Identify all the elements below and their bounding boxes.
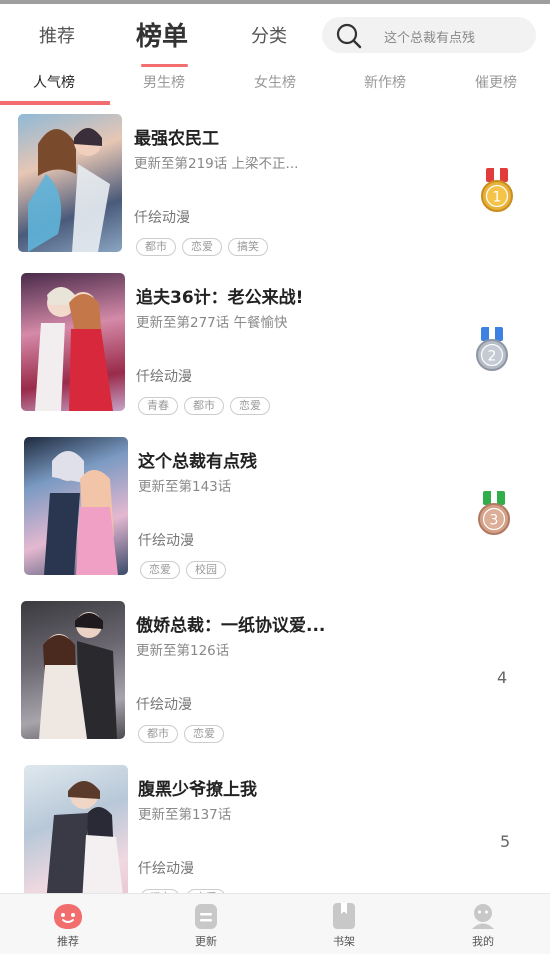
list-item[interactable]: 追夫36计：老公来战! 更新至第277话 午餐愉快 仟绘动漫 青春 都市 恋爱 …	[0, 273, 550, 437]
update-icon[interactable]	[191, 902, 221, 930]
tab-ranking[interactable]: 榜单	[136, 16, 188, 53]
rank-number: 5	[500, 832, 511, 851]
bottom-nav-recommend[interactable]: 推荐	[38, 902, 98, 949]
rank-tab-male[interactable]: 男生榜	[143, 72, 185, 92]
profile-icon[interactable]	[468, 902, 498, 930]
bronze-medal-icon: 3	[478, 491, 510, 535]
search-placeholder[interactable]: 这个总裁有点残	[384, 27, 475, 46]
tag: 恋爱	[140, 561, 180, 579]
comic-update: 更新至第126话	[136, 643, 230, 659]
search-bar[interactable]: 这个总裁有点残	[322, 17, 536, 53]
comic-tags: 都市 恋爱	[138, 725, 224, 743]
bottom-nav: 推荐 更新 书架 我的	[0, 893, 550, 954]
tag: 校园	[186, 561, 226, 579]
comic-tags: 恋爱 校园	[140, 561, 226, 579]
comic-author: 仟绘动漫	[134, 210, 190, 226]
comic-cover[interactable]	[24, 437, 128, 575]
comic-tags: 都市 恋爱 搞笑	[136, 238, 268, 256]
list-item[interactable]: 最强农民工 更新至第219话 上梁不正... 仟绘动漫 都市 恋爱 搞笑 1	[0, 114, 550, 278]
list-item[interactable]: 傲娇总裁：一纸协议爱... 更新至第126话 仟绘动漫 都市 恋爱 4	[0, 601, 550, 765]
comic-update: 更新至第219话 上梁不正...	[134, 156, 299, 172]
rank-tabs: 人气榜 男生榜 女生榜 新作榜 催更榜	[0, 64, 550, 106]
bottom-nav-profile[interactable]: 我的	[453, 902, 513, 949]
tag: 都市	[138, 725, 178, 743]
comic-title[interactable]: 傲娇总裁：一纸协议爱...	[136, 611, 325, 636]
tag: 恋爱	[230, 397, 270, 415]
list-item[interactable]: 腹黑少爷撩上我 更新至第137话 仟绘动漫 都市 恋爱 5	[0, 765, 550, 893]
comic-author: 仟绘动漫	[136, 697, 192, 713]
tag: 搞笑	[228, 238, 268, 256]
list-item[interactable]: 这个总裁有点残 更新至第143话 仟绘动漫 恋爱 校园 3	[0, 437, 550, 601]
tag: 恋爱	[182, 238, 222, 256]
bottom-nav-label: 书架	[333, 935, 355, 948]
rank-tab-female[interactable]: 女生榜	[254, 72, 296, 92]
comic-title[interactable]: 追夫36计：老公来战!	[136, 283, 303, 308]
comic-author: 仟绘动漫	[138, 533, 194, 549]
silver-medal-icon: 2	[476, 327, 508, 371]
bottom-nav-bookshelf[interactable]: 书架	[314, 902, 374, 949]
comic-cover[interactable]	[24, 765, 128, 893]
rank-number: 4	[497, 668, 508, 687]
header: 推荐 榜单 分类 这个总裁有点残	[0, 4, 550, 67]
rank-tab-active-indicator	[0, 101, 110, 105]
medal-rank: 2	[488, 349, 497, 365]
smile-face-icon[interactable]	[53, 902, 83, 930]
medal-rank: 3	[490, 513, 499, 529]
tag: 恋爱	[184, 725, 224, 743]
comic-update: 更新至第143话	[138, 479, 232, 495]
bottom-nav-label: 更新	[195, 935, 217, 948]
tag: 都市	[184, 397, 224, 415]
bookshelf-icon[interactable]	[329, 902, 359, 930]
comic-tags: 青春 都市 恋爱	[138, 397, 270, 415]
comic-cover[interactable]	[21, 601, 125, 739]
comic-update: 更新至第277话 午餐愉快	[136, 315, 288, 331]
comic-cover[interactable]	[18, 114, 122, 252]
bottom-nav-label: 我的	[472, 935, 494, 948]
comic-title[interactable]: 腹黑少爷撩上我	[138, 775, 257, 800]
ranking-list[interactable]: 最强农民工 更新至第219话 上梁不正... 仟绘动漫 都市 恋爱 搞笑 1 追…	[0, 106, 550, 893]
tab-category[interactable]: 分类	[251, 22, 287, 48]
comic-title[interactable]: 最强农民工	[134, 124, 219, 149]
rank-tab-new[interactable]: 新作榜	[364, 72, 406, 92]
tab-recommend[interactable]: 推荐	[39, 22, 75, 48]
tag: 青春	[138, 397, 178, 415]
bottom-nav-label: 推荐	[57, 935, 79, 948]
search-icon[interactable]	[336, 23, 362, 49]
medal-rank: 1	[493, 190, 502, 206]
comic-title[interactable]: 这个总裁有点残	[138, 447, 257, 472]
comic-cover[interactable]	[21, 273, 125, 411]
bottom-nav-update[interactable]: 更新	[176, 902, 236, 949]
comic-author: 仟绘动漫	[136, 369, 192, 385]
tag: 都市	[136, 238, 176, 256]
comic-update: 更新至第137话	[138, 807, 232, 823]
rank-tab-urge[interactable]: 催更榜	[475, 72, 517, 92]
gold-medal-icon: 1	[481, 168, 513, 212]
comic-author: 仟绘动漫	[138, 861, 194, 877]
rank-tab-popular[interactable]: 人气榜	[33, 72, 75, 92]
